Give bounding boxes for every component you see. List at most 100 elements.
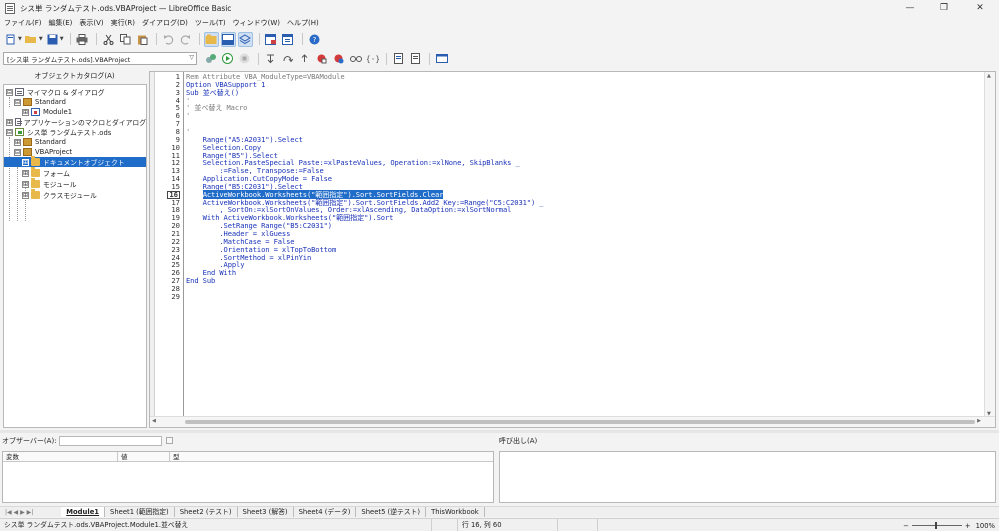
open-dropdown-icon[interactable]: ▼ <box>39 36 43 42</box>
manage-breakpoints-button[interactable] <box>331 51 346 66</box>
library-select[interactable]: [シス単 ランダムテスト.ods].VBAProject ▽ <box>3 52 197 65</box>
tree-item-module1[interactable]: ⊞ Module1 <box>4 107 146 117</box>
tab-module1[interactable]: Module1 <box>61 507 106 517</box>
menu-run[interactable]: 実行(R) <box>111 18 135 28</box>
stack-button[interactable] <box>237 31 253 47</box>
stop-button[interactable] <box>237 51 252 66</box>
callstack-list[interactable] <box>499 451 996 503</box>
redo-button[interactable] <box>178 32 193 47</box>
compile-button[interactable] <box>203 51 218 66</box>
tab-sheet2[interactable]: Sheet2 (テスト) <box>175 507 238 517</box>
zoom-in-button[interactable]: + <box>965 522 971 530</box>
tree-item-modules[interactable]: ⊞ モジュール <box>4 178 146 189</box>
collapse-icon[interactable]: ⊟ <box>14 148 21 156</box>
cut-button[interactable] <box>101 32 116 47</box>
tree-item-forms[interactable]: ⊞ フォーム <box>4 167 146 178</box>
code-line[interactable]: End Sub <box>186 277 215 285</box>
menu-dialog[interactable]: ダイアログ(D) <box>142 18 188 28</box>
column-header-variable[interactable]: 変数 <box>3 451 118 462</box>
library-icon <box>23 98 32 106</box>
insert-dialog-button[interactable] <box>264 32 279 47</box>
menu-edit[interactable]: 編集(E) <box>49 18 73 28</box>
open-button[interactable] <box>24 32 39 47</box>
horizontal-scroll-thumb[interactable] <box>185 420 975 424</box>
export-basic-button[interactable] <box>408 51 423 66</box>
tab-sheet3[interactable]: Sheet3 (解答) <box>238 507 294 517</box>
watch-window-button[interactable] <box>220 31 236 47</box>
tab-sheet1[interactable]: Sheet1 (範囲指定) <box>105 507 175 517</box>
insert-controls-button[interactable] <box>434 51 449 66</box>
expand-icon[interactable]: ⊞ <box>22 169 29 177</box>
zoom-control[interactable]: − + 100% <box>903 519 995 531</box>
horizontal-scrollbar[interactable]: ◀ ▶ <box>150 416 995 427</box>
new-dropdown-icon[interactable]: ▼ <box>18 36 22 42</box>
tree-item-document[interactable]: ⊟ シス単 ランダムテスト.ods <box>4 127 146 137</box>
zoom-level[interactable]: 100% <box>976 522 995 530</box>
menu-window[interactable]: ウィンドウ(W) <box>233 18 280 28</box>
collapse-icon[interactable]: ⊟ <box>14 98 21 106</box>
zoom-slider[interactable] <box>911 522 962 529</box>
print-button[interactable] <box>75 32 90 47</box>
menu-file[interactable]: ファイル(F) <box>4 18 42 28</box>
help-button[interactable]: ? <box>307 32 322 47</box>
close-button[interactable]: ✕ <box>963 0 997 16</box>
tree-item-class-modules[interactable]: ⊞ クラスモジュール <box>4 189 146 200</box>
scroll-left-icon[interactable]: ◀ <box>152 418 156 424</box>
observer-input[interactable] <box>58 435 162 446</box>
scroll-right-icon[interactable]: ▶ <box>977 418 981 424</box>
tree-item-vbaproject[interactable]: ⊟ VBAProject <box>4 147 146 157</box>
zoom-slider-knob[interactable] <box>934 522 937 529</box>
menu-view[interactable]: 表示(V) <box>79 18 103 28</box>
object-catalog-button[interactable] <box>203 31 219 47</box>
tree-item-application-macros[interactable]: ⊞ アプリケーションのマクロとダイアログ <box>4 117 146 127</box>
tree-item-document-objects[interactable]: ⊞ ドキュメントオブジェクト <box>4 156 146 167</box>
watch-button[interactable] <box>348 51 363 66</box>
code-editor[interactable]: 1 2 3 4 5 6 7 8 9 10 11 12 13 14 15 16 17 18 19 20 21 22 23 24 2… <box>149 71 996 428</box>
tab-thisworkbook[interactable]: ThisWorkbook <box>426 507 485 517</box>
collapse-icon[interactable]: ⊟ <box>6 88 13 96</box>
find-parentheses-button[interactable]: {·} <box>365 51 380 66</box>
vertical-scrollbar[interactable]: ▲ ▼ <box>984 72 995 418</box>
minimize-button[interactable]: — <box>893 0 927 16</box>
watch-table[interactable]: 変数 値 型 <box>2 451 494 503</box>
step-into-button[interactable] <box>263 51 278 66</box>
undo-button[interactable] <box>161 32 176 47</box>
copy-button[interactable] <box>118 32 133 47</box>
save-dropdown-icon[interactable]: ▼ <box>60 36 64 42</box>
tab-navigation-arrows[interactable]: |◀ ◀ ▶ ▶| <box>5 509 33 516</box>
import-basic-button[interactable] <box>391 51 406 66</box>
column-header-type[interactable]: 型 <box>170 452 493 462</box>
expand-icon[interactable]: ⊞ <box>6 118 13 126</box>
step-over-button[interactable] <box>280 51 295 66</box>
new-document-button[interactable] <box>3 32 18 47</box>
zoom-out-button[interactable]: − <box>903 522 909 530</box>
menu-help[interactable]: ヘルプ(H) <box>287 18 319 28</box>
remove-watch-icon[interactable] <box>165 437 173 444</box>
code-line[interactable]: ' 並べ替え Macro <box>186 104 247 112</box>
scroll-up-icon[interactable]: ▲ <box>987 73 991 79</box>
code-line[interactable]: Sub 並べ替え() <box>186 88 239 97</box>
breakpoint-button[interactable] <box>314 51 329 66</box>
menu-tools[interactable]: ツール(T) <box>195 18 226 28</box>
run-button[interactable] <box>220 51 235 66</box>
expand-icon[interactable]: ⊞ <box>22 108 29 116</box>
paste-button[interactable] <box>135 32 150 47</box>
save-button[interactable] <box>45 32 60 47</box>
step-out-button[interactable] <box>297 51 312 66</box>
insert-module-button[interactable] <box>281 32 296 47</box>
tab-sheet5[interactable]: Sheet5 (逆テスト) <box>356 507 427 517</box>
pane-splitter[interactable] <box>0 430 999 433</box>
expand-icon[interactable]: ⊞ <box>22 158 29 166</box>
tree-item-document-standard[interactable]: ⊞ Standard <box>4 137 146 147</box>
code-line[interactable]: ' <box>186 112 190 120</box>
breakpoint-margin[interactable] <box>150 72 155 427</box>
expand-icon[interactable]: ⊞ <box>22 180 29 188</box>
expand-icon[interactable]: ⊞ <box>14 138 21 146</box>
maximize-button[interactable]: ❐ <box>927 0 961 16</box>
column-header-value[interactable]: 値 <box>118 451 170 462</box>
tree-item-my-macros[interactable]: ⊟ マイマクロ & ダイアログ <box>4 87 146 97</box>
expand-icon[interactable]: ⊞ <box>22 191 29 199</box>
tab-sheet4[interactable]: Sheet4 (データ) <box>294 507 357 517</box>
tree-item-standard[interactable]: ⊟ Standard <box>4 97 146 107</box>
collapse-icon[interactable]: ⊟ <box>6 128 13 136</box>
